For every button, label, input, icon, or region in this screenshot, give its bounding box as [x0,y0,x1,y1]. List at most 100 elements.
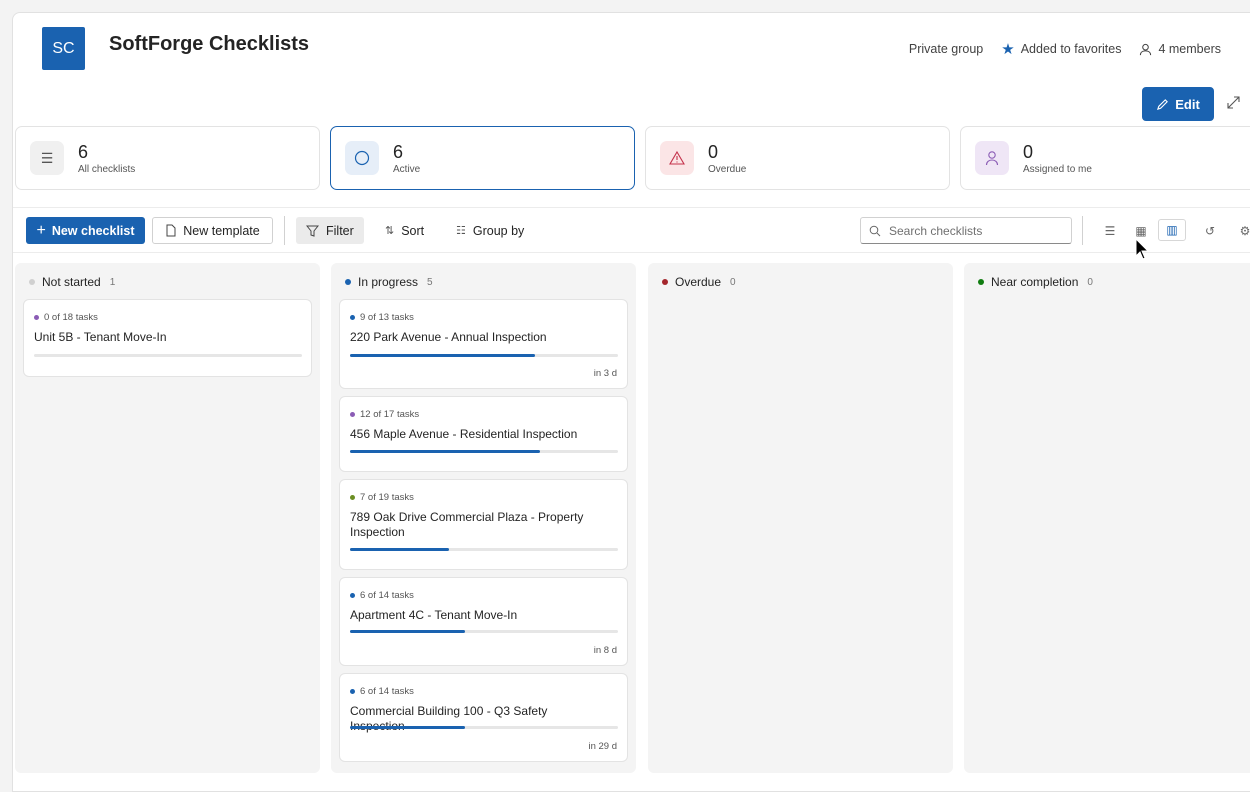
search-placeholder: Search checklists [889,223,983,238]
person-icon [975,141,1009,175]
new-checklist-button[interactable]: + New checklist [26,217,145,244]
page-title: SoftForge Checklists [109,33,310,55]
column-title: In progress [358,275,419,289]
circle-icon [345,141,379,175]
stat-value: 6 [78,141,89,162]
group-icon: ☷ [456,225,466,237]
task-count: 7 of 19 tasks [350,492,414,503]
column-header: Overdue 0 [662,275,736,289]
column-title: Overdue [675,275,722,289]
checklist-card[interactable]: 9 of 13 tasks 220 Park Avenue - Annual I… [339,299,628,389]
column-in-progress: In progress 5 9 of 13 tasks 220 Park Ave… [331,263,636,773]
group-avatar: SC [42,27,85,70]
stat-value: 0 [1023,141,1034,162]
members-link[interactable]: 4 members [1139,42,1221,56]
filter-label: Filter [326,223,354,238]
stat-all-checklists[interactable]: ☰ 6 All checklists [15,126,320,190]
progress-bar [350,450,618,453]
column-count: 5 [427,276,433,288]
progress-bar [34,354,302,357]
card-title: Unit 5B - Tenant Move-In [34,330,167,344]
sort-button[interactable]: ⇅ Sort [375,217,434,244]
card-title: 789 Oak Drive Commercial Plaza - Propert… [350,510,584,539]
due-label: in 8 d [593,645,617,656]
person-icon [1140,43,1152,55]
task-count: 6 of 14 tasks [350,686,414,697]
column-header: Near completion 0 [978,275,1093,289]
star-icon: ★ [1001,41,1015,58]
checklist-card[interactable]: 6 of 14 tasks Commercial Building 100 - … [339,673,628,762]
stat-label: All checklists [78,163,136,175]
task-count: 0 of 18 tasks [34,312,98,323]
checklist-card[interactable]: 7 of 19 tasks 789 Oak Drive Commercial P… [339,479,628,570]
group-by-button[interactable]: ☷ Group by [446,217,534,244]
column-overdue: Overdue 0 [648,263,953,773]
edit-button[interactable]: Edit [1142,87,1214,121]
filter-button[interactable]: Filter [296,217,364,244]
group-meta: Private group ★ Added to favorites 4 mem… [909,40,1221,58]
status-dot [662,279,668,285]
search-icon [869,225,881,236]
card-title: Commercial Building 100 - Q3 Safety Insp… [350,704,548,733]
search-input[interactable]: Search checklists [860,217,1072,244]
column-not-started: Not started 1 0 of 18 tasks Unit 5B - Te… [15,263,320,773]
stat-active[interactable]: 6 Active [330,126,635,190]
stat-overdue[interactable]: 0 Overdue [645,126,950,190]
status-dot [29,279,35,285]
column-count: 1 [109,276,116,288]
favorite-label: Added to favorites [1020,42,1122,56]
stat-label: Overdue [708,163,747,175]
list-view-icon[interactable]: ☰ [1100,221,1120,241]
pencil-icon [1157,98,1169,110]
checklist-card[interactable]: 0 of 18 tasks Unit 5B - Tenant Move-In [23,299,312,377]
task-count: 9 of 13 tasks [350,312,414,323]
task-count: 6 of 14 tasks [350,590,414,601]
toolbar-divider [1082,216,1083,245]
favorite-toggle[interactable]: ★ Added to favorites [1001,40,1121,58]
document-icon [166,224,176,237]
task-count: 12 of 17 tasks [350,409,419,420]
edit-label: Edit [1175,96,1200,112]
stat-value: 0 [708,141,719,162]
column-header: Not started 1 [29,275,115,289]
mouse-cursor [1135,238,1149,260]
filter-icon [306,225,319,237]
toolbar-divider [284,216,285,245]
status-dot [345,279,351,285]
settings-icon[interactable]: ⚙ [1235,221,1250,241]
column-title: Near completion [991,275,1079,289]
checklist-icon: ☰ [30,141,64,175]
expand-icon[interactable] [1226,95,1242,111]
column-count: 0 [1087,276,1093,288]
stat-value: 6 [393,141,404,162]
checklist-card[interactable]: 6 of 14 tasks Apartment 4C - Tenant Move… [339,577,628,666]
stats-row: ☰ 6 All checklists 6 Active 0 Overdue 0 … [15,126,1250,190]
sort-label: Sort [401,223,425,238]
warning-icon [660,141,694,175]
stat-label: Assigned to me [1023,163,1092,175]
card-title: Apartment 4C - Tenant Move-In [350,608,518,622]
stat-label: Active [393,163,421,175]
plus-icon: + [36,221,46,239]
new-checklist-label: New checklist [51,223,135,238]
new-template-label: New template [183,223,260,238]
toolbar: + New checklist New template Filter ⇅ So… [13,207,1250,253]
column-header: In progress 5 [345,275,433,289]
progress-bar [350,354,618,357]
app-frame: SC SoftForge Checklists Private group ★ … [12,12,1250,792]
new-template-button[interactable]: New template [152,217,273,244]
board-view-icon[interactable]: ▥ [1158,219,1186,241]
progress-bar [350,630,618,633]
privacy-label: Private group [908,42,984,56]
group-by-label: Group by [472,223,525,238]
status-dot [978,279,984,285]
progress-bar [350,726,618,729]
members-label: 4 members [1158,42,1221,56]
history-icon[interactable]: ↺ [1200,221,1220,241]
column-title: Not started [42,275,101,289]
card-title: 220 Park Avenue - Annual Inspection [350,330,547,344]
column-near-completion: Near completion 0 [964,263,1250,773]
sort-icon: ⇅ [385,225,395,237]
stat-assigned-to-me[interactable]: 0 Assigned to me [960,126,1250,190]
checklist-card[interactable]: 12 of 17 tasks 456 Maple Avenue - Reside… [339,396,628,472]
